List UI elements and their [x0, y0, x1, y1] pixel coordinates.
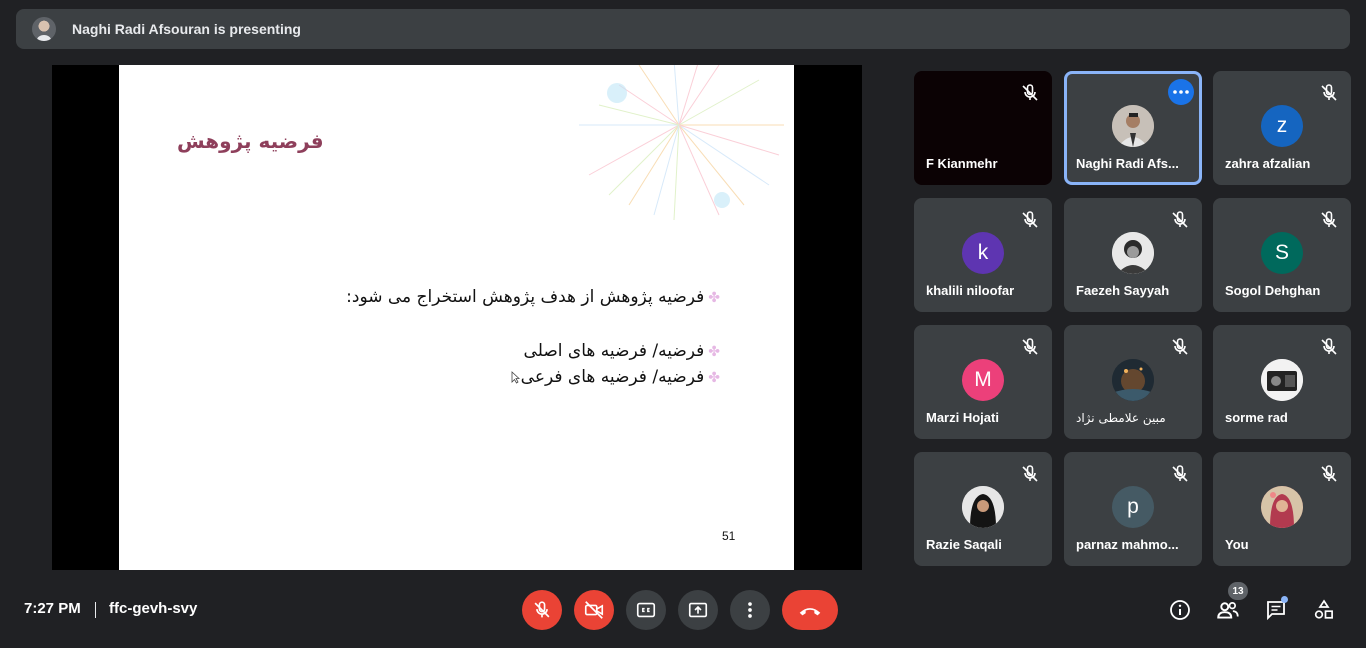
- mic-off-icon: [1172, 211, 1188, 228]
- mic-off-icon: [1022, 338, 1038, 355]
- mic-off-icon: [1321, 338, 1337, 355]
- more-options-icon[interactable]: [1168, 79, 1194, 105]
- slide-bullet: ✤فرضیه/ فرضیه های فرعی: [520, 367, 720, 387]
- flower-bullet-icon: ✤: [708, 344, 720, 360]
- slide: فرضیه پژوهش ✤فرضیه پژوهش از هدف پژوهش اس…: [119, 65, 794, 570]
- end-call-icon: [799, 608, 821, 616]
- participant-tile[interactable]: sorme rad: [1213, 325, 1351, 439]
- activities-button[interactable]: [1310, 596, 1338, 624]
- presenting-banner: Naghi Radi Afsouran is presenting: [16, 9, 1350, 49]
- mic-off-icon: [1172, 338, 1188, 355]
- fireworks-decoration: [579, 65, 784, 221]
- slide-bullet: ✤فرضیه پژوهش از هدف پژوهش استخراج می شود…: [346, 287, 720, 307]
- avatar: z: [1261, 105, 1303, 147]
- captions-button[interactable]: [626, 590, 666, 630]
- mic-off-icon: [1321, 84, 1337, 101]
- avatar: [1261, 359, 1303, 401]
- participant-tile-active[interactable]: Naghi Radi Afs...: [1064, 71, 1202, 185]
- participant-tile[interactable]: Razie Saqali: [914, 452, 1052, 566]
- slide-bullet: ✤فرضیه/ فرضیه های اصلی: [523, 341, 720, 361]
- avatar: S: [1261, 232, 1303, 274]
- participant-tile[interactable]: M Marzi Hojati: [914, 325, 1052, 439]
- avatar: k: [962, 232, 1004, 274]
- participant-tile[interactable]: مبین علامطی نژاد: [1064, 325, 1202, 439]
- participant-name: parnaz mahmo...: [1076, 537, 1179, 552]
- mouse-pointer-icon: [511, 371, 520, 384]
- participant-name: Faezeh Sayyah: [1076, 283, 1170, 298]
- participant-name: Marzi Hojati: [926, 410, 999, 425]
- participant-name: sorme rad: [1225, 410, 1288, 425]
- mic-off-icon: [534, 601, 550, 618]
- flower-bullet-icon: ✤: [708, 290, 720, 306]
- info-icon: [1170, 600, 1190, 620]
- participant-name: F Kianmehr: [926, 156, 998, 171]
- presenter-avatar: [32, 17, 56, 41]
- participant-tile-self[interactable]: You: [1213, 452, 1351, 566]
- participant-name: مبین علامطی نژاد: [1076, 411, 1166, 425]
- avatar: [1112, 359, 1154, 401]
- mic-off-icon: [1172, 465, 1188, 482]
- avatar: [1261, 486, 1303, 528]
- mic-off-icon: [1022, 84, 1038, 101]
- leave-call-button[interactable]: [782, 590, 838, 630]
- mic-off-icon: [1321, 211, 1337, 228]
- camera-off-icon: [584, 601, 604, 619]
- participant-tile[interactable]: Faezeh Sayyah: [1064, 198, 1202, 312]
- participant-tile[interactable]: S Sogol Dehghan: [1213, 198, 1351, 312]
- people-icon: [1217, 601, 1239, 619]
- meeting-details-button[interactable]: [1166, 596, 1194, 624]
- more-options-button[interactable]: [730, 590, 770, 630]
- people-button[interactable]: [1214, 596, 1242, 624]
- activities-icon: [1314, 599, 1333, 619]
- participant-tile[interactable]: z zahra afzalian: [1213, 71, 1351, 185]
- flower-bullet-icon: ✤: [708, 370, 720, 386]
- mic-off-icon: [1022, 211, 1038, 228]
- presentation-stage[interactable]: فرضیه پژوهش ✤فرضیه پژوهش از هدف پژوهش اس…: [52, 65, 862, 570]
- chat-notification-dot: [1281, 596, 1288, 603]
- participant-name: Naghi Radi Afs...: [1076, 156, 1179, 171]
- participant-name: Sogol Dehghan: [1225, 283, 1321, 298]
- avatar: [1112, 232, 1154, 274]
- present-screen-button[interactable]: [678, 590, 718, 630]
- divider: [95, 602, 96, 618]
- participant-tile[interactable]: p parnaz mahmo...: [1064, 452, 1202, 566]
- camera-button[interactable]: [574, 590, 614, 630]
- clock: 7:27 PM: [24, 600, 81, 617]
- microphone-button[interactable]: [522, 590, 562, 630]
- meeting-code: ffc-gevh-svy: [109, 600, 198, 617]
- avatar: [962, 486, 1004, 528]
- participant-name: khalili niloofar: [926, 283, 1015, 298]
- more-vert-icon: [748, 602, 752, 618]
- avatar: p: [1112, 486, 1154, 528]
- participant-tile[interactable]: F Kianmehr: [914, 71, 1052, 185]
- avatar: [1112, 105, 1154, 147]
- mic-off-icon: [1022, 465, 1038, 482]
- participant-tile[interactable]: k khalili niloofar: [914, 198, 1052, 312]
- presenting-text: Naghi Radi Afsouran is presenting: [72, 21, 301, 37]
- people-count-badge: 13: [1228, 582, 1248, 600]
- avatar: M: [962, 359, 1004, 401]
- captions-icon: [636, 602, 656, 618]
- slide-title: فرضیه پژوهش: [177, 129, 324, 153]
- participant-name: Razie Saqali: [926, 537, 1002, 552]
- mic-off-icon: [1321, 465, 1337, 482]
- present-screen-icon: [688, 602, 708, 618]
- slide-page-number: 51: [722, 529, 736, 543]
- participant-name: zahra afzalian: [1225, 156, 1311, 171]
- participant-name: You: [1225, 537, 1249, 552]
